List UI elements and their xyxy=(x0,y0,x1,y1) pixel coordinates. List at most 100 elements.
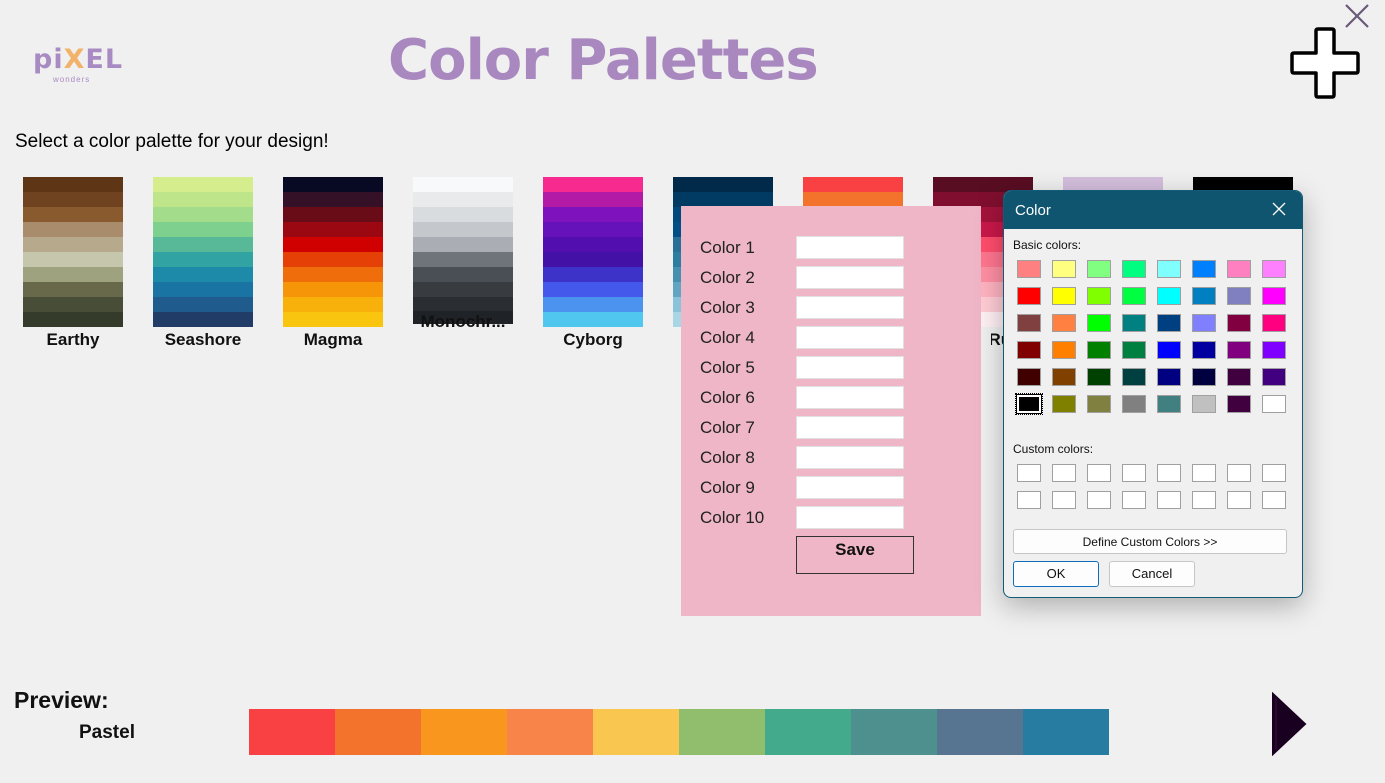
color-entry-input[interactable] xyxy=(796,236,904,259)
custom-color-cell[interactable] xyxy=(1227,491,1251,509)
custom-color-cell[interactable] xyxy=(1052,464,1076,482)
basic-color-cell[interactable] xyxy=(1227,287,1251,305)
basic-color-cell[interactable] xyxy=(1052,341,1076,359)
color-entry-input[interactable] xyxy=(796,446,904,469)
basic-color-cell[interactable] xyxy=(1227,368,1251,386)
basic-color-cell[interactable] xyxy=(1192,314,1216,332)
basic-color-cell[interactable] xyxy=(1052,368,1076,386)
custom-color-cell[interactable] xyxy=(1087,491,1111,509)
basic-color-cell[interactable] xyxy=(1017,368,1041,386)
basic-color-cell[interactable] xyxy=(1157,368,1181,386)
basic-colors-label: Basic colors: xyxy=(1013,238,1082,252)
basic-color-cell[interactable] xyxy=(1122,314,1146,332)
palette-swatch xyxy=(153,312,253,327)
save-button[interactable]: Save xyxy=(796,536,914,574)
basic-color-cell[interactable] xyxy=(1087,287,1111,305)
basic-color-cell[interactable] xyxy=(1157,287,1181,305)
palette-card[interactable]: Earthy xyxy=(23,177,123,349)
basic-color-cell[interactable] xyxy=(1157,314,1181,332)
basic-color-cell[interactable] xyxy=(1262,287,1286,305)
basic-color-cell[interactable] xyxy=(1122,395,1146,413)
custom-color-cell[interactable] xyxy=(1192,491,1216,509)
custom-color-cell[interactable] xyxy=(1192,464,1216,482)
custom-color-cell[interactable] xyxy=(1157,491,1181,509)
basic-color-cell[interactable] xyxy=(1122,341,1146,359)
basic-color-cell[interactable] xyxy=(1262,368,1286,386)
palette-card[interactable]: Monochr... xyxy=(413,177,513,331)
close-icon[interactable] xyxy=(1344,3,1370,29)
custom-color-cell[interactable] xyxy=(1227,464,1251,482)
custom-color-cell[interactable] xyxy=(1087,464,1111,482)
custom-color-cell[interactable] xyxy=(1122,491,1146,509)
basic-color-cell[interactable] xyxy=(1122,368,1146,386)
basic-color-cell[interactable] xyxy=(1227,341,1251,359)
color-entry-input[interactable] xyxy=(796,386,904,409)
color-entry-label: Color 8 xyxy=(700,448,755,467)
palette-swatches xyxy=(153,177,253,327)
basic-color-cell[interactable] xyxy=(1192,368,1216,386)
basic-color-cell[interactable] xyxy=(1262,395,1286,413)
define-custom-colors-button[interactable]: Define Custom Colors >> xyxy=(1013,529,1287,554)
basic-color-cell[interactable] xyxy=(1157,341,1181,359)
basic-color-cell[interactable] xyxy=(1227,395,1251,413)
color-entry-label: Color 6 xyxy=(700,388,755,407)
basic-color-cell[interactable] xyxy=(1087,260,1111,278)
palette-card[interactable]: Cyborg xyxy=(543,177,643,349)
color-entry-input[interactable] xyxy=(796,266,904,289)
palette-name: Monochr... xyxy=(420,312,506,331)
custom-color-cell[interactable] xyxy=(1052,491,1076,509)
basic-color-cell[interactable] xyxy=(1227,260,1251,278)
basic-color-cell[interactable] xyxy=(1052,314,1076,332)
cancel-button[interactable]: Cancel xyxy=(1109,561,1195,587)
custom-color-cell[interactable] xyxy=(1262,464,1286,482)
basic-color-cell[interactable] xyxy=(1227,314,1251,332)
basic-color-cell[interactable] xyxy=(1017,287,1041,305)
palette-swatch xyxy=(283,297,383,312)
custom-color-cell[interactable] xyxy=(1157,464,1181,482)
basic-color-cell[interactable] xyxy=(1087,368,1111,386)
custom-color-cell[interactable] xyxy=(1017,491,1041,509)
palette-card[interactable]: Magma xyxy=(283,177,383,349)
basic-color-cell[interactable] xyxy=(1122,260,1146,278)
basic-color-cell[interactable] xyxy=(1192,395,1216,413)
plus-icon[interactable] xyxy=(1288,27,1362,99)
color-entry-input[interactable] xyxy=(796,506,904,529)
basic-color-cell[interactable] xyxy=(1015,393,1043,415)
basic-color-cell[interactable] xyxy=(1192,260,1216,278)
color-entry-input[interactable] xyxy=(796,356,904,379)
palette-swatch xyxy=(543,252,643,267)
basic-color-cell[interactable] xyxy=(1192,341,1216,359)
basic-color-cell[interactable] xyxy=(1262,314,1286,332)
ok-button[interactable]: OK xyxy=(1013,561,1099,587)
basic-color-cell[interactable] xyxy=(1087,341,1111,359)
basic-color-cell[interactable] xyxy=(1087,395,1111,413)
dialog-close-icon[interactable] xyxy=(1270,200,1288,218)
color-entry-input[interactable] xyxy=(796,296,904,319)
custom-color-cell[interactable] xyxy=(1262,491,1286,509)
basic-color-cell[interactable] xyxy=(1052,395,1076,413)
palette-card[interactable]: Seashore xyxy=(153,177,253,349)
custom-color-cell[interactable] xyxy=(1017,464,1041,482)
basic-color-cell[interactable] xyxy=(1017,260,1041,278)
color-entry-input[interactable] xyxy=(796,476,904,499)
color-picker-dialog: Color Basic colors: Custom colors: Defin… xyxy=(1003,190,1303,598)
palette-swatch xyxy=(153,207,253,222)
custom-color-cell[interactable] xyxy=(1122,464,1146,482)
basic-color-cell[interactable] xyxy=(1122,287,1146,305)
basic-color-cell[interactable] xyxy=(1017,314,1041,332)
basic-color-cell[interactable] xyxy=(1157,395,1181,413)
color-entry-input[interactable] xyxy=(796,326,904,349)
palette-swatch xyxy=(803,177,903,192)
play-arrow-icon[interactable] xyxy=(1270,692,1308,756)
color-entry-input[interactable] xyxy=(796,416,904,439)
color-entry-label: Color 1 xyxy=(700,238,755,257)
basic-color-cell[interactable] xyxy=(1157,260,1181,278)
basic-color-cell[interactable] xyxy=(1262,341,1286,359)
basic-color-cell[interactable] xyxy=(1017,341,1041,359)
basic-color-cell[interactable] xyxy=(1262,260,1286,278)
basic-color-cell[interactable] xyxy=(1052,287,1076,305)
palette-swatch xyxy=(23,222,123,237)
basic-color-cell[interactable] xyxy=(1052,260,1076,278)
basic-color-cell[interactable] xyxy=(1087,314,1111,332)
basic-color-cell[interactable] xyxy=(1192,287,1216,305)
